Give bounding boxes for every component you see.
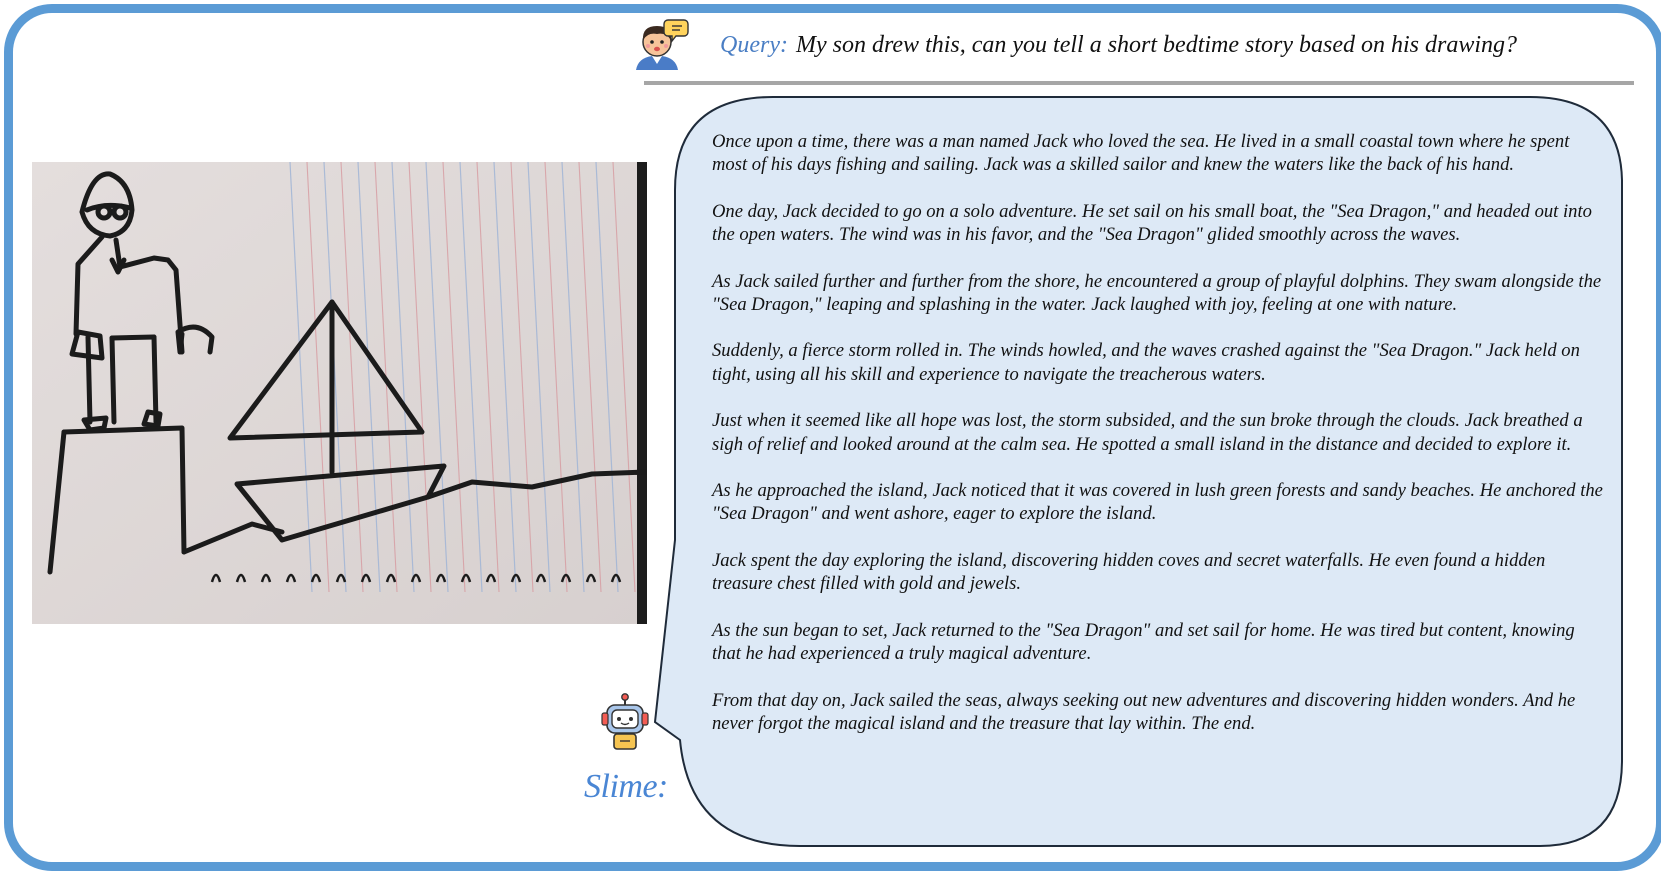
story-paragraph: Jack spent the day exploring the island,… — [712, 549, 1546, 595]
query-label: Query: — [720, 32, 788, 58]
query-text: My son drew this, can you tell a short b… — [795, 32, 1518, 58]
story-paragraph: As the sun began to set, Jack returned t… — [712, 619, 1575, 665]
assistant-name: Slime: — [584, 768, 668, 805]
story-text: Once upon a time, there was a man named … — [712, 130, 1607, 758]
story-paragraph: As Jack sailed further and further from … — [712, 270, 1602, 316]
robot-avatar-icon — [601, 693, 649, 750]
story-paragraph: Once upon a time, there was a man named … — [712, 131, 1570, 176]
query-line: Query: My son drew this, can you tell a s… — [720, 32, 1517, 59]
story-paragraph: Just when it seemed like all hope was lo… — [712, 410, 1583, 455]
story-paragraph: Suddenly, a fierce storm rolled in. The … — [712, 340, 1580, 385]
query-divider — [644, 81, 1634, 85]
story-paragraph: As he approached the island, Jack notice… — [712, 480, 1603, 525]
boy-speaking-avatar-icon — [636, 19, 689, 70]
story-paragraph: From that day on, Jack sailed the seas, … — [712, 689, 1576, 734]
story-paragraph: One day, Jack decided to go on a solo ad… — [712, 200, 1592, 246]
child-drawing-image — [32, 162, 647, 624]
